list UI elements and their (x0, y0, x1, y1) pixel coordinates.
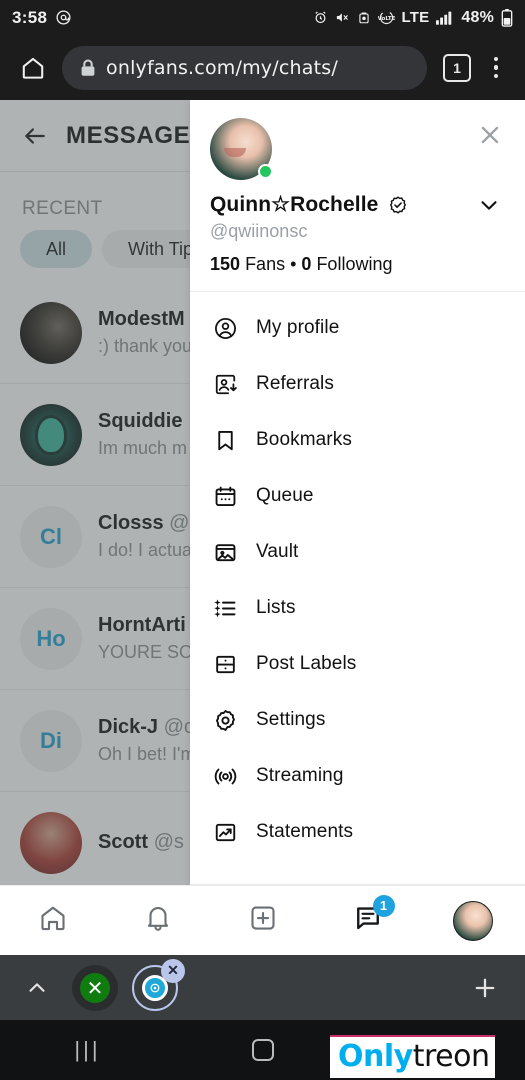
menu-item-label: Statements (256, 821, 354, 842)
menu-item-referrals[interactable]: Referrals (190, 356, 525, 412)
stats-separator: • (290, 254, 297, 274)
menu-item-streaming[interactable]: Streaming (190, 748, 525, 804)
battery-percent-label: 48% (461, 8, 494, 26)
online-status-dot (258, 164, 273, 179)
phone-screen: 3:58 VoLTE LTE 48% onlyfans.com/my/chats… (0, 0, 525, 1080)
menu-item-vault[interactable]: Vault (190, 524, 525, 580)
vibrate-mute-icon (335, 10, 350, 25)
menu-item-label: Vault (256, 541, 299, 562)
account-panel-header: Quinn☆Rochelle @qwiinonsc 150 Fans • 0 F… (190, 100, 525, 291)
home-square-icon[interactable] (223, 1026, 303, 1074)
at-badge-icon (55, 9, 72, 26)
three-dots-icon[interactable] (481, 51, 511, 85)
dnd-icon (357, 10, 371, 25)
menu-item-label: Post Labels (256, 653, 357, 674)
plus-box-icon (248, 903, 278, 938)
bookmark-icon (212, 427, 238, 453)
account-handle: @qwiinonsc (210, 221, 308, 241)
chevron-up-icon[interactable] (20, 971, 54, 1005)
menu-item-label: Streaming (256, 765, 344, 786)
url-text[interactable]: onlyfans.com/my/chats/ (106, 57, 338, 79)
app-bottom-nav: 1 (0, 885, 525, 955)
display-name: Quinn☆Rochelle (210, 193, 379, 216)
status-bar-right: VoLTE LTE 48% (313, 8, 513, 27)
web-page: MESSAGES RECENT All With Tips ModestM :)… (0, 100, 525, 885)
menu-item-statements[interactable]: Statements (190, 804, 525, 860)
lock-icon (80, 59, 96, 77)
watermark-brand: Only treon (330, 1035, 496, 1078)
chevron-down-icon[interactable] (477, 193, 505, 217)
nav-messages-button[interactable]: 1 (337, 893, 399, 949)
menu-item-queue[interactable]: Queue (190, 468, 525, 524)
gear-icon (212, 707, 238, 733)
browser-toolbar: onlyfans.com/my/chats/ 1 (0, 35, 525, 100)
image-box-icon (212, 539, 238, 565)
url-bar[interactable]: onlyfans.com/my/chats/ (62, 45, 427, 90)
watermark-brand-first: Only (338, 1039, 413, 1074)
bubble-bar: ✕ ✕ (0, 955, 525, 1020)
network-type-label: LTE (401, 9, 430, 26)
avatar[interactable] (210, 118, 273, 180)
recents-icon[interactable]: ||| (48, 1026, 128, 1074)
menu-item-bookmarks[interactable]: Bookmarks (190, 412, 525, 468)
account-menu-list: My profile Referrals Bookmarks Queue Vau… (190, 292, 525, 884)
fans-label: Fans (245, 254, 286, 274)
recents-glyph: ||| (74, 1037, 101, 1062)
nav-home-button[interactable] (22, 893, 84, 949)
xbox-icon: ✕ (80, 972, 110, 1003)
home-icon (38, 903, 68, 938)
close-icon[interactable]: ✕ (161, 958, 185, 983)
xbox-bubble[interactable]: ✕ (72, 964, 118, 1011)
battery-icon (501, 8, 513, 27)
menu-item-label: Bookmarks (256, 429, 352, 450)
calendar-icon (212, 483, 238, 509)
signal-bars-icon (436, 10, 454, 25)
menu-item-label: Referrals (256, 373, 334, 394)
watermark: On Onlytreon (330, 1035, 496, 1078)
menu-item-lists[interactable]: Lists (190, 580, 525, 636)
menu-item-settings[interactable]: Settings (190, 692, 525, 748)
alarm-icon (313, 10, 328, 25)
account-stats: 150 Fans • 0 Following (210, 254, 505, 275)
verified-badge-icon (388, 195, 408, 215)
status-bar-left: 3:58 (12, 8, 72, 28)
tab-counter-button[interactable]: 1 (443, 53, 471, 82)
menu-item-label: Settings (256, 709, 326, 730)
following-count: 0 (301, 254, 312, 274)
menu-item-post-labels[interactable]: Post Labels (190, 636, 525, 692)
bubble-group: ✕ ✕ (72, 958, 185, 1011)
status-badge: 1 (372, 894, 395, 917)
broadcast-icon (212, 763, 238, 789)
user-add-icon (212, 371, 238, 397)
user-circle-icon (212, 315, 238, 341)
menu-item-label: My profile (256, 317, 340, 338)
avatar (452, 900, 493, 941)
close-icon[interactable] (473, 118, 507, 152)
app-bubble[interactable]: ✕ (132, 958, 185, 1011)
bell-icon (143, 903, 173, 938)
following-label: Following (316, 254, 393, 274)
home-icon[interactable] (14, 49, 52, 87)
volte-icon: VoLTE (378, 10, 395, 25)
menu-item-label: Lists (256, 597, 296, 618)
nav-profile-button[interactable] (442, 893, 504, 949)
star-list-icon (212, 595, 238, 621)
nav-notifications-button[interactable] (127, 893, 189, 949)
chart-arrow-icon (212, 819, 238, 845)
drawer-icon (212, 651, 238, 677)
menu-item-my-profile[interactable]: My profile (190, 300, 525, 356)
plus-icon[interactable] (465, 968, 505, 1008)
account-menu-panel: Quinn☆Rochelle @qwiinonsc 150 Fans • 0 F… (190, 100, 525, 885)
status-bar: 3:58 VoLTE LTE 48% (0, 0, 525, 35)
account-name-row: Quinn☆Rochelle (210, 192, 505, 217)
watermark-brand-second: treon (412, 1039, 490, 1074)
nav-new-post-button[interactable] (232, 893, 294, 949)
menu-item-label: Queue (256, 485, 314, 506)
fans-count: 150 (210, 254, 241, 274)
status-clock: 3:58 (12, 7, 48, 27)
svg-text:VoLTE: VoLTE (378, 16, 395, 22)
